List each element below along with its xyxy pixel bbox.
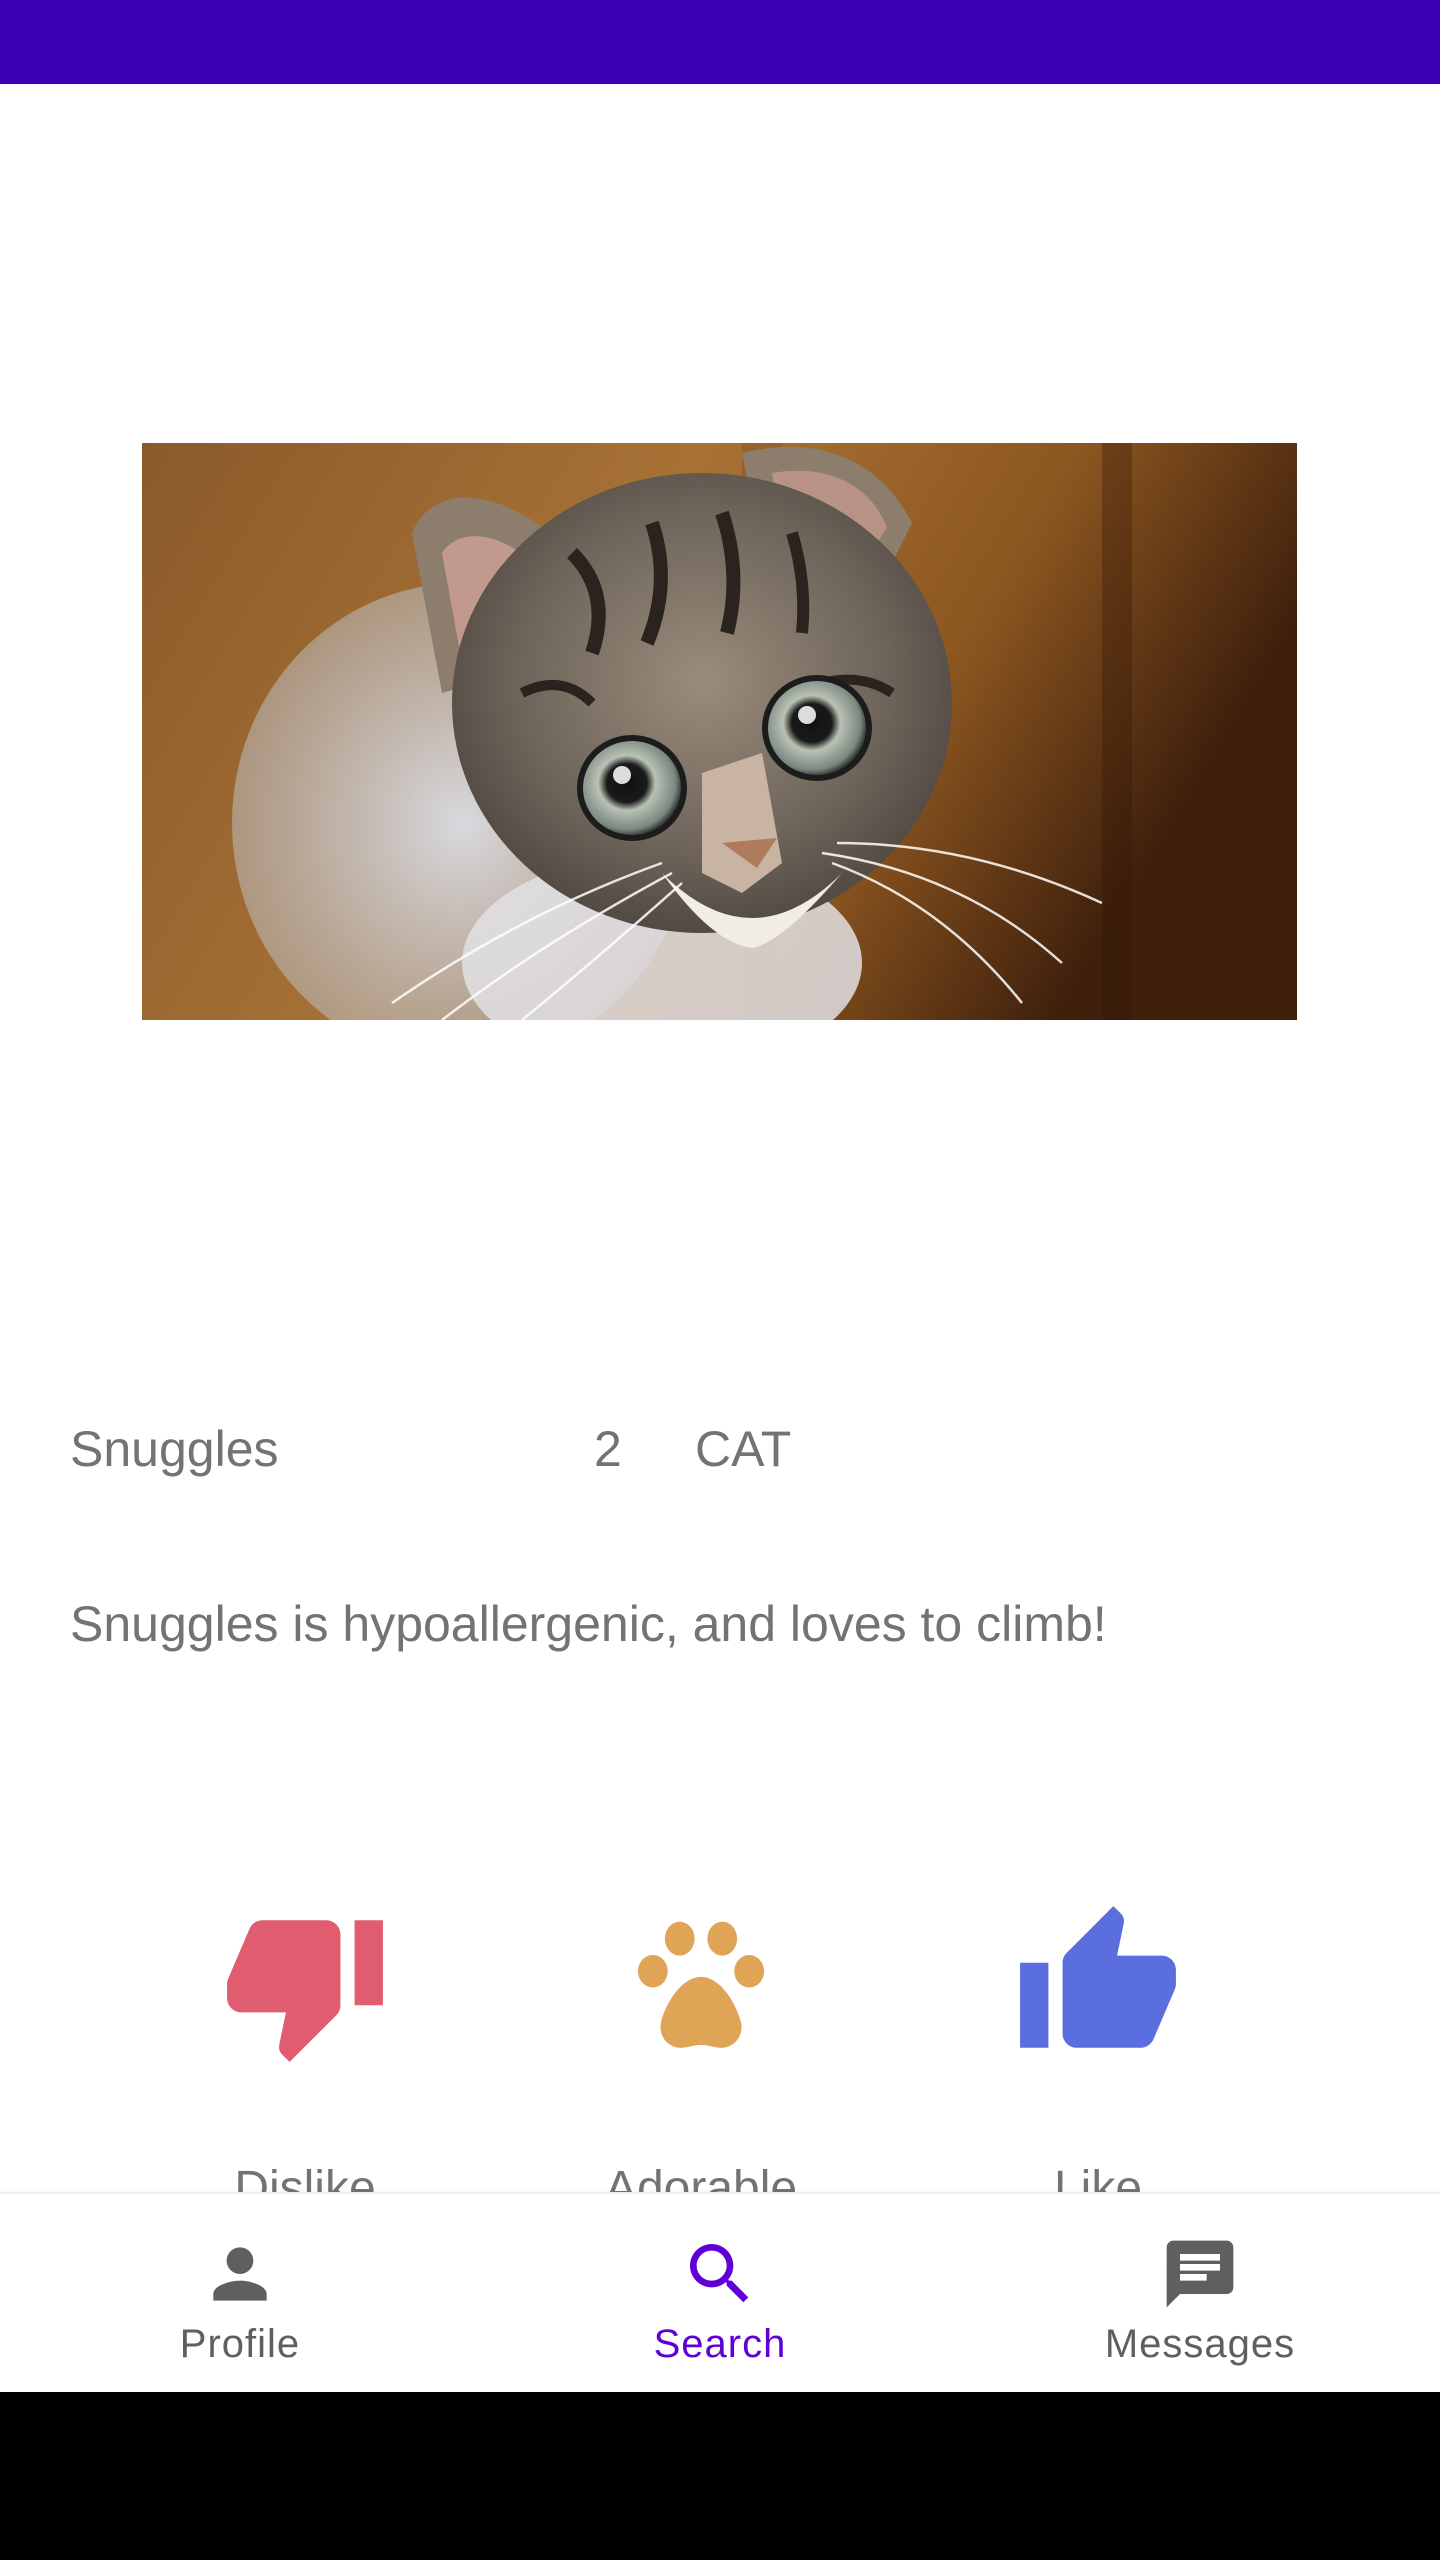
bottom-navigation: Profile Search Messages xyxy=(0,2192,1440,2394)
pet-card: Snuggles 2 CAT Snuggles is hypoallergeni… xyxy=(0,84,1440,2215)
paw-icon xyxy=(616,1899,786,2069)
thumbs-up-icon xyxy=(1013,1899,1183,2069)
nav-label-search: Search xyxy=(653,2322,787,2366)
nav-item-search[interactable]: Search xyxy=(480,2194,960,2394)
nav-label-messages: Messages xyxy=(1104,2322,1296,2366)
adorable-button[interactable]: Adorable xyxy=(551,1899,851,2229)
pet-description: Snuggles is hypoallergenic, and loves to… xyxy=(70,1596,1107,1652)
nav-label-profile: Profile xyxy=(179,2322,301,2366)
dislike-button[interactable]: Dislike xyxy=(155,1899,455,2229)
pet-info-row: Snuggles 2 CAT xyxy=(0,1414,1440,1484)
thumbs-down-icon xyxy=(220,1899,390,2069)
pet-age: 2 xyxy=(594,1421,622,1477)
pet-type: CAT xyxy=(695,1421,792,1477)
pet-photo xyxy=(142,443,1297,1020)
nav-item-messages[interactable]: Messages xyxy=(960,2194,1440,2394)
message-icon xyxy=(1160,2234,1240,2314)
status-bar xyxy=(0,0,1440,84)
like-button[interactable]: Like xyxy=(948,1899,1248,2229)
nav-item-profile[interactable]: Profile xyxy=(0,2194,480,2394)
system-navigation-bar xyxy=(0,2392,1440,2560)
kitten-photo-icon xyxy=(142,443,1297,1020)
pet-name: Snuggles xyxy=(70,1421,279,1477)
person-icon xyxy=(200,2234,280,2314)
search-icon xyxy=(680,2234,760,2314)
